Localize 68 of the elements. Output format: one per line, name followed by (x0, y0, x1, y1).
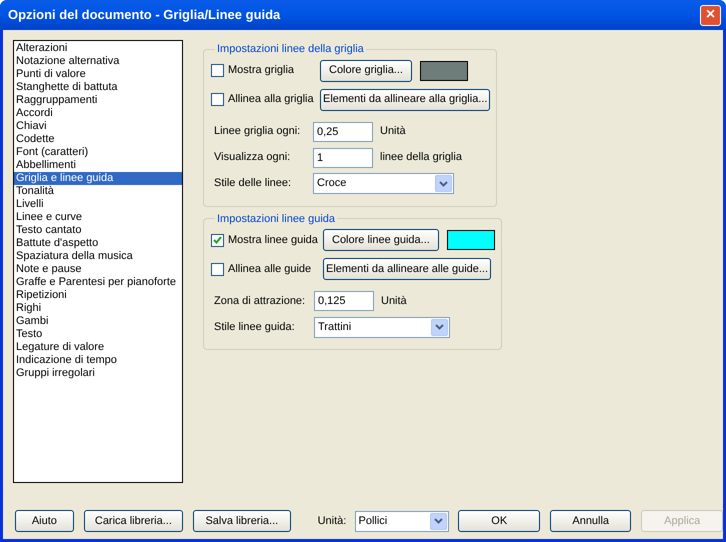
color-swatch[interactable] (446, 230, 495, 250)
dialog-button[interactable]: Annulla (550, 510, 632, 532)
dropdown-field[interactable]: Pollici (354, 510, 450, 532)
align-elements-button[interactable]: Elementi da allineare alle guide... (323, 258, 492, 280)
window-title: Opzioni del documento - Griglia/Linee guida (8, 6, 282, 24)
list-item[interactable]: Righi (14, 302, 182, 315)
checkbox-label: Allinea alla griglia (228, 92, 314, 108)
chevron-down-icon (435, 324, 444, 330)
list-item[interactable]: Tonalità (14, 185, 182, 198)
list-item[interactable]: Linee e curve (14, 211, 182, 224)
dialog-button[interactable]: OK (458, 510, 540, 532)
checkmark-icon (213, 236, 222, 244)
list-item[interactable]: Note e pause (14, 263, 182, 276)
checkbox-label: Allinea alle guide (228, 262, 312, 277)
unit-label: Unità (381, 294, 407, 309)
list-item[interactable]: Accordi (14, 107, 182, 120)
list-item[interactable]: Spaziatura della musica (14, 250, 182, 263)
number-field[interactable]: 1 (313, 148, 373, 168)
close-button[interactable]: × (700, 4, 721, 26)
color-swatch[interactable] (420, 60, 468, 80)
list-item[interactable]: Stanghette di battuta (14, 81, 182, 94)
checkbox[interactable] (211, 93, 224, 106)
list-item[interactable]: Testo cantato (14, 224, 182, 237)
list-item[interactable]: Font (caratteri) (14, 146, 182, 159)
list-item[interactable]: Ripetizioni (14, 289, 182, 302)
field-label: Linee griglia ogni: (214, 124, 302, 140)
list-item[interactable]: Gambi (14, 315, 182, 328)
group-title: Impostazioni linee della griglia (216, 42, 365, 57)
save-library-button[interactable]: Salva libreria... (193, 510, 291, 532)
color-button[interactable]: Colore linee guida... (323, 229, 439, 251)
list-item[interactable]: Codette (14, 133, 182, 146)
load-library-button[interactable]: Carica libreria... (84, 510, 184, 532)
unit-label: linee della griglia (380, 150, 462, 166)
color-button[interactable]: Colore griglia... (320, 60, 412, 82)
dropdown-field[interactable]: Croce (313, 173, 454, 194)
list-item[interactable]: Griglia e linee guida (14, 172, 182, 185)
group-title: Impostazioni linee guida (216, 212, 336, 226)
list-item[interactable]: Alterazioni (14, 42, 182, 55)
field-label: Zona di attrazione: (214, 294, 306, 309)
dropdown-field[interactable]: Trattini (314, 316, 450, 338)
checkbox[interactable] (211, 64, 224, 77)
list-item[interactable]: Testo (14, 328, 182, 341)
list-item[interactable]: Graffe e Parentesi per pianoforte (14, 276, 182, 289)
unit-label: Unità (380, 124, 406, 140)
list-item[interactable]: Raggruppamenti (14, 94, 182, 107)
list-item[interactable]: Punti di valore (14, 68, 182, 81)
checkbox[interactable] (211, 262, 224, 276)
field-label: Stile linee guida: (214, 320, 296, 335)
help-button[interactable]: Aiuto (15, 510, 74, 532)
list-item[interactable]: Livelli (14, 198, 182, 211)
checkbox-label: Mostra griglia (228, 63, 294, 78)
list-item[interactable]: Legature di valore (14, 341, 182, 354)
chevron-down-icon (439, 180, 448, 186)
list-item[interactable]: Battute d'aspetto (14, 237, 182, 250)
checkbox-label: Mostra linee guida (228, 232, 318, 248)
checkbox[interactable] (211, 234, 224, 246)
number-field[interactable]: 0,25 (313, 122, 373, 142)
number-field[interactable]: 0,125 (314, 291, 374, 311)
list-item[interactable]: Abbellimenti (14, 159, 182, 172)
units-label: Unità: (318, 514, 348, 529)
align-elements-button[interactable]: Elementi da allineare alla griglia... (320, 88, 490, 110)
list-item[interactable]: Gruppi irregolari (14, 367, 182, 380)
chevron-down-icon (434, 518, 444, 524)
list-item[interactable]: Indicazione di tempo (14, 354, 182, 367)
list-item[interactable]: Chiavi (14, 120, 182, 133)
field-label: Stile delle linee: (214, 176, 292, 192)
field-label: Visualizza ogni: (214, 150, 292, 166)
list-item[interactable]: Notazione alternativa (14, 55, 182, 68)
